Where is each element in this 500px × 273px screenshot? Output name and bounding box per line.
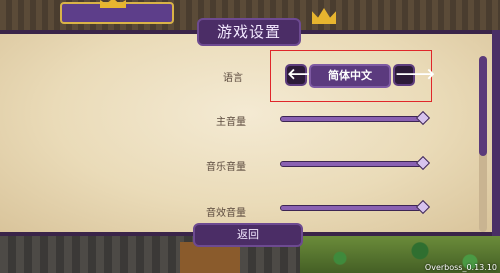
page-title: 游戏设置: [197, 18, 301, 46]
back-button[interactable]: 返回: [193, 223, 303, 247]
master-volume-label: 主音量: [216, 117, 246, 128]
slider-fill: [281, 117, 423, 121]
scrollbar-thumb[interactable]: [479, 56, 487, 156]
language-selector: 🡐 简体中文 🡒: [270, 50, 435, 102]
language-prev-button[interactable]: 🡐: [285, 64, 327, 86]
slider-fill: [281, 162, 423, 166]
music-volume-label: 音乐音量: [206, 162, 246, 173]
language-label: 语言: [223, 73, 243, 84]
settings-scrollbar[interactable]: [479, 56, 487, 232]
music-volume-slider[interactable]: [280, 155, 431, 171]
master-volume-slider[interactable]: [280, 110, 431, 126]
slider-fill: [281, 206, 423, 210]
arrow-right-icon: 🡒: [395, 65, 436, 83]
language-value: 简体中文: [309, 64, 391, 88]
crown-icon: [312, 8, 336, 24]
language-next-button[interactable]: 🡒: [393, 64, 435, 86]
game-screen: 游戏设置 语言 🡐 简体中文 🡒 主音量 音乐音量 音效音量 返回 Overbo…: [0, 0, 500, 273]
sfx-volume-slider[interactable]: [280, 199, 431, 215]
sfx-volume-label: 音效音量: [206, 208, 246, 219]
version-text: Overboss_0.13.10: [424, 263, 497, 272]
panel-side-border: [492, 30, 500, 236]
